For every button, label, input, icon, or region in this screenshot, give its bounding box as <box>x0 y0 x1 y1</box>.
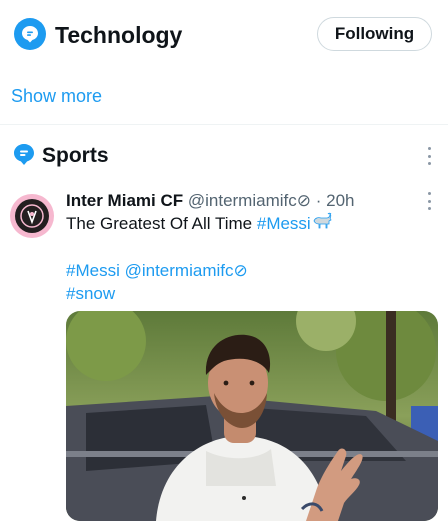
more-options-icon[interactable] <box>426 147 432 165</box>
hashtag-link[interactable]: #snow <box>66 284 115 303</box>
topic-title: Technology <box>55 22 183 48</box>
author-name[interactable]: Inter Miami CF <box>66 191 183 210</box>
hashtag-link[interactable]: #Messi <box>66 261 120 280</box>
tweet-photo[interactable] <box>66 311 438 521</box>
topic-title: Sports <box>42 144 109 167</box>
tweet-hashtags-line: #Messi @intermiamifc⊘ <box>66 259 248 283</box>
topic-icon <box>14 18 46 50</box>
inter-miami-logo-icon <box>15 199 49 233</box>
mention-link[interactable]: @intermiamifc⊘ <box>125 261 248 280</box>
meta-separator: · <box>311 191 327 210</box>
author-handle[interactable]: @intermiamifc⊘ <box>188 191 311 210</box>
tweet-text-body: The Greatest Of All Time <box>66 214 253 233</box>
show-more-link[interactable]: Show more <box>11 84 102 108</box>
tweet-hashtags-line: #snow <box>66 282 115 306</box>
section-divider <box>0 124 448 125</box>
avatar[interactable] <box>10 194 54 238</box>
hashtag-link[interactable]: #Messi <box>257 214 311 233</box>
tweet-time[interactable]: 20h <box>326 191 354 210</box>
tweet-header: Inter Miami CF @intermiamifc⊘ · 20h <box>66 189 354 213</box>
topic-row-sports[interactable]: Sports <box>0 130 448 180</box>
topic-icon <box>12 143 36 169</box>
following-button[interactable]: Following <box>317 17 432 51</box>
topic-row-technology[interactable]: Technology Following <box>0 0 448 70</box>
more-options-icon[interactable] <box>426 192 432 210</box>
tweet-text: The Greatest Of All Time #Messi <box>66 212 333 239</box>
goat-emoji-icon <box>311 212 333 239</box>
